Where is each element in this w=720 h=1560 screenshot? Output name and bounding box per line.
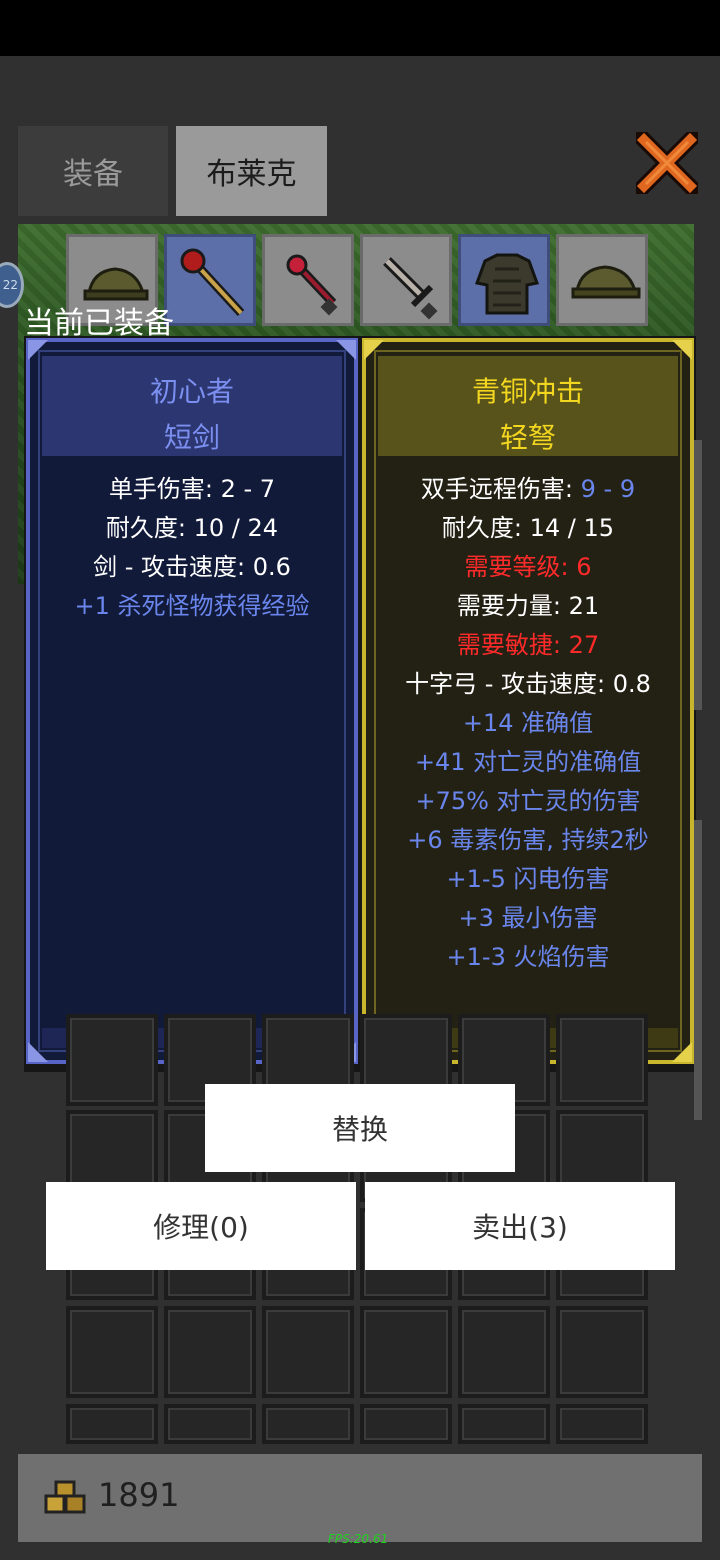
damage-value: 9 - 9 [580,475,636,503]
inventory-slot[interactable] [262,1306,354,1398]
inventory-slot[interactable] [164,1404,256,1444]
stat-line: 耐久度: 14 / 15 [441,514,615,542]
corner-ornament [672,340,692,360]
sell-button[interactable]: 卖出(3) [365,1182,675,1270]
corner-ornament [336,340,356,360]
stat-line: 耐久度: 10 / 24 [105,514,279,542]
equipped-item-panel: 初心者 短剑 单手伤害: 2 - 7 耐久度: 10 / 24 剑 - 攻击速度… [26,338,358,1064]
inventory-slot[interactable] [66,1404,158,1444]
stat-line: 需要敏捷: 27 [456,631,600,659]
current-equipped-label: 当前已装备 [24,306,174,341]
inventory-slot[interactable] [66,1306,158,1398]
stat-line-damage: 双手远程伤害: 9 - 9 [366,470,690,509]
stat-line: +41 对亡灵的准确值 [414,748,642,776]
equip-slot-armor[interactable] [458,234,550,326]
corner-ornament [28,340,48,360]
equip-slot-scepter[interactable] [262,234,354,326]
repair-button[interactable]: 修理(0) [46,1182,356,1270]
item-name-line1: 初心者 [149,375,234,408]
fps-counter: FPS:20.61 [328,1532,389,1546]
corner-ornament [364,340,384,360]
stat-line: +75% 对亡灵的伤害 [415,787,641,815]
item-stats-list: 单手伤害: 2 - 7 耐久度: 10 / 24 剑 - 攻击速度: 0.6 +… [30,470,354,626]
scepter-icon [286,254,338,316]
stat-line: +1-3 火焰伤害 [446,943,610,971]
armor-icon [474,253,540,315]
stat-line: +6 毒素伤害, 持续2秒 [407,826,649,854]
staff-icon [180,248,245,317]
scrollbar[interactable] [694,820,702,1120]
stat-line: +14 准确值 [462,709,594,737]
damage-label: 双手远程伤害: [420,475,581,503]
stat-line: +3 最小伤害 [458,904,598,932]
inventory-slot[interactable] [360,1404,452,1444]
status-bar [0,0,720,56]
gold-amount: 1891 [98,1476,180,1514]
equip-slot-staff[interactable] [164,234,256,326]
inventory-slot[interactable] [458,1404,550,1444]
tab-blake[interactable]: 布莱克 [176,126,327,216]
equip-slot-sword[interactable] [360,234,452,326]
scrollbar[interactable] [694,440,702,710]
item-name-line1: 青铜冲击 [471,375,584,408]
hat-icon [571,265,641,299]
replace-button[interactable]: 替换 [205,1084,515,1172]
close-x-icon[interactable] [636,132,698,194]
corner-ornament [28,1042,48,1062]
stat-line: 十字弓 - 攻击速度: 0.8 [405,670,651,698]
corner-ornament [672,1042,692,1062]
sword-icon [383,257,438,320]
stat-line: 需要等级: 6 [464,553,592,581]
stat-line: 需要力量: 21 [456,592,600,620]
gold-coins-icon [44,1480,86,1514]
inventory-slot[interactable] [262,1404,354,1444]
item-name-line2: 短剑 [163,421,220,454]
stat-line: 单手伤害: 2 - 7 [108,475,276,503]
stat-line: +1-5 闪电伤害 [446,865,610,893]
inventory-slot[interactable] [360,1306,452,1398]
new-item-panel: 青铜冲击 轻弩 双手远程伤害: 9 - 9 耐久度: 14 / 15 需要等级:… [362,338,694,1064]
stat-line: 剑 - 攻击速度: 0.6 [93,553,291,581]
inventory-slot[interactable] [164,1306,256,1398]
inventory-slot[interactable] [66,1014,158,1106]
inventory-slot[interactable] [556,1014,648,1106]
inventory-slot[interactable] [458,1306,550,1398]
equip-slot-hat[interactable] [556,234,648,326]
inventory-slot[interactable] [556,1404,648,1444]
stat-line: +1 杀死怪物获得经验 [74,592,310,620]
item-name-line2: 轻弩 [499,421,556,454]
inventory-slot[interactable] [556,1306,648,1398]
tab-equipment[interactable]: 装备 [18,126,168,216]
item-stats-list: 双手远程伤害: 9 - 9 耐久度: 14 / 15 需要等级: 6 需要力量:… [366,470,690,977]
